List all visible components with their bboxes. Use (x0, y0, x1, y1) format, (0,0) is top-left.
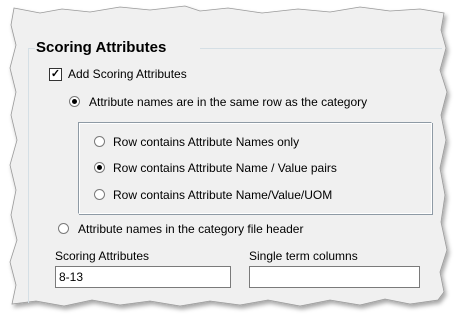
radio-selected-dot (72, 99, 77, 104)
single-term-field-label: Single term columns (249, 249, 358, 263)
radio-row-name-value-pairs-label[interactable]: Row contains Attribute Name / Value pair… (113, 161, 337, 175)
radio-row-name-value-uom-label[interactable]: Row contains Attribute Name/Value/UOM (113, 188, 332, 202)
scoring-attributes-field-label: Scoring Attributes (55, 249, 150, 263)
radio-same-row-label[interactable]: Attribute names are in the same row as t… (89, 95, 367, 109)
add-scoring-label[interactable]: Add Scoring Attributes (68, 67, 187, 81)
radio-row-name-value-uom[interactable] (94, 189, 105, 200)
radio-row-names-only-label[interactable]: Row contains Attribute Names only (113, 135, 299, 149)
add-scoring-checkbox[interactable]: ✓ (49, 68, 62, 81)
radio-category-header-label[interactable]: Attribute names in the category file hea… (78, 222, 303, 236)
single-term-input[interactable] (249, 266, 420, 288)
radio-row-name-value-pairs[interactable] (94, 162, 105, 173)
scoring-attributes-input[interactable] (55, 266, 231, 288)
group-title: Scoring Attributes (35, 39, 169, 56)
checkmark-icon: ✓ (50, 68, 61, 80)
radio-selected-dot (97, 165, 102, 170)
group-frame-top-right (200, 48, 442, 49)
group-frame-left (28, 48, 29, 303)
radio-row-names-only[interactable] (94, 136, 105, 147)
radio-category-header[interactable] (58, 223, 69, 234)
radio-same-row[interactable] (69, 96, 80, 107)
